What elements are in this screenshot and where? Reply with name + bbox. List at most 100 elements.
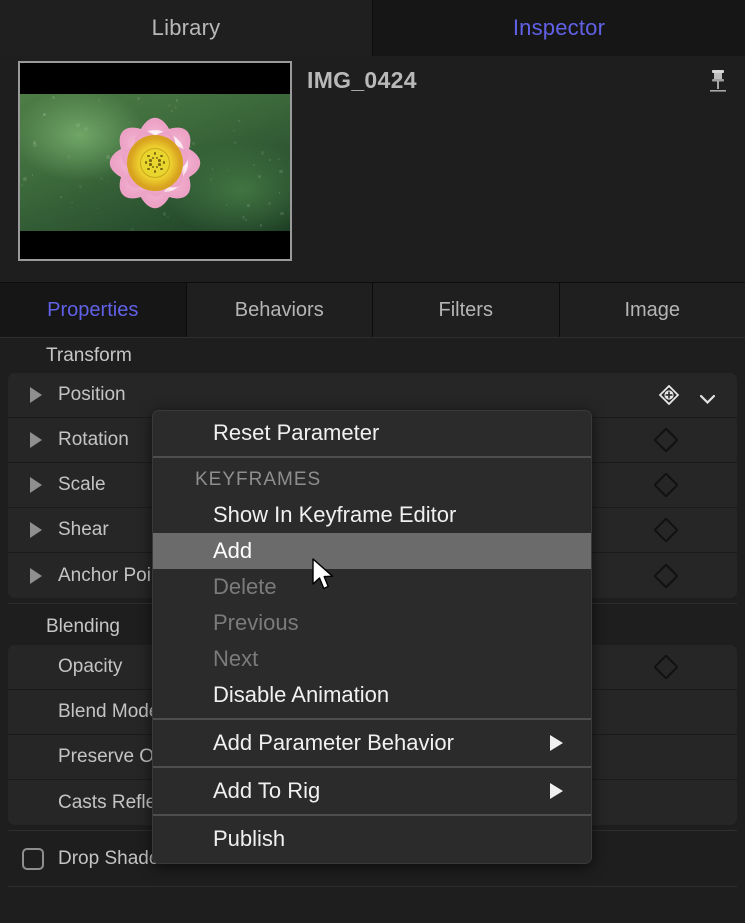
leaf-droplet (238, 120, 240, 122)
leaf-droplet (167, 216, 169, 218)
drop-shadow-checkbox[interactable] (22, 848, 44, 870)
param-label: Anchor Point (58, 565, 167, 587)
leaf-droplet (192, 142, 195, 145)
menu-item-label: Disable Animation (213, 682, 389, 708)
seed-dot (154, 152, 157, 155)
leaf-droplet (258, 175, 261, 178)
leaf-droplet (176, 99, 179, 102)
seed-dot (160, 155, 163, 158)
keyframe-icon[interactable] (653, 472, 678, 497)
menu-item-label: Add (213, 538, 252, 564)
menu-item-reset-parameter[interactable]: Reset Parameter (153, 415, 591, 451)
leaf-droplet (261, 151, 265, 155)
leaf-droplet (163, 212, 166, 215)
context-menu[interactable]: Reset Parameter KEYFRAMES Show In Keyfra… (152, 410, 592, 864)
param-label: Shear (58, 519, 109, 541)
leaf-droplet (288, 161, 289, 162)
leaf-droplet (98, 122, 99, 123)
menu-section-label: KEYFRAMES (195, 469, 321, 491)
menu-item-publish[interactable]: Publish (153, 821, 591, 857)
keyframe-icon[interactable] (653, 517, 678, 542)
tab-filters-label: Filters (439, 299, 493, 322)
leaf-droplet (23, 123, 25, 125)
param-label: Scale (58, 474, 106, 496)
tab-image[interactable]: Image (559, 283, 745, 337)
seed-dot (158, 159, 161, 162)
tab-behaviors[interactable]: Behaviors (186, 283, 373, 337)
leaf-droplet (210, 178, 212, 180)
tab-image-label: Image (624, 299, 680, 322)
seed-dot (147, 168, 150, 171)
menu-item-label: Add To Rig (213, 778, 320, 804)
leaf-droplet (288, 210, 289, 211)
menu-item-add[interactable]: Add (153, 533, 591, 569)
keyframe-icon[interactable] (653, 654, 678, 679)
submenu-arrow-icon (550, 783, 563, 799)
leaf-droplet (21, 184, 23, 186)
leaf-droplet (279, 170, 283, 174)
menu-item-show-in-keyframe-editor[interactable]: Show In Keyframe Editor (153, 497, 591, 533)
disclosure-triangle-icon[interactable] (30, 477, 46, 493)
leaf-droplet (32, 174, 33, 175)
top-tab-bar: Library Inspector (0, 0, 745, 56)
leaf-droplet (233, 141, 237, 145)
menu-item-disable-animation[interactable]: Disable Animation (153, 677, 591, 713)
seed-dot (145, 161, 148, 164)
seed-dot (152, 157, 155, 160)
leaf-droplet (280, 212, 283, 215)
menu-item-label: Next (213, 646, 258, 672)
seed-dot (147, 155, 150, 158)
leaf-droplet (171, 110, 173, 112)
tab-filters[interactable]: Filters (372, 283, 559, 337)
leaf-droplet (60, 196, 62, 198)
tab-inspector[interactable]: Inspector (373, 0, 745, 56)
disclosure-triangle-icon[interactable] (30, 387, 46, 403)
leaf-droplet (71, 202, 73, 204)
leaf-droplet (228, 169, 230, 171)
disclosure-triangle-icon[interactable] (30, 568, 46, 584)
leaf-droplet (131, 228, 134, 231)
pin-icon[interactable] (703, 66, 733, 96)
keyframe-icon[interactable] (653, 563, 678, 588)
leaf-droplet (79, 185, 82, 188)
tab-library[interactable]: Library (0, 0, 372, 56)
chevron-down-icon[interactable] (700, 391, 715, 400)
seed-dot (154, 170, 157, 173)
menu-item-label: Publish (213, 826, 285, 852)
seed-dot (156, 166, 159, 169)
leaf-droplet (174, 106, 177, 109)
menu-item-add-parameter-behavior[interactable]: Add Parameter Behavior (153, 725, 591, 761)
clip-thumbnail[interactable] (18, 61, 292, 261)
tab-properties-label: Properties (47, 299, 138, 322)
menu-item-add-to-rig[interactable]: Add To Rig (153, 773, 591, 809)
leaf-droplet (20, 174, 22, 176)
leaf-droplet (54, 163, 55, 164)
keyframe-animated-icon[interactable] (659, 385, 679, 405)
menu-item-label: Previous (213, 610, 299, 636)
leaf-droplet (23, 177, 27, 181)
leaf-droplet (98, 99, 100, 101)
disclosure-triangle-icon[interactable] (30, 432, 46, 448)
leaf-droplet (168, 104, 171, 107)
mouse-pointer (311, 558, 337, 592)
leaf-droplet (278, 158, 279, 159)
tab-behaviors-label: Behaviors (235, 299, 324, 322)
menu-item-next: Next (153, 641, 591, 677)
param-label: Rotation (58, 429, 129, 451)
clip-title: IMG_0424 (307, 67, 417, 94)
section-divider (8, 886, 737, 887)
leaf-droplet (137, 97, 139, 99)
keyframe-icon[interactable] (653, 427, 678, 452)
menu-item-label: Add Parameter Behavior (213, 730, 454, 756)
param-label: Blend Mode (58, 701, 159, 723)
leaf-droplet (108, 181, 109, 182)
tab-properties[interactable]: Properties (0, 283, 186, 337)
seed-dot (152, 166, 155, 169)
leaf-droplet (226, 204, 228, 206)
leaf-droplet (214, 185, 215, 186)
leaf-droplet (247, 204, 250, 207)
menu-item-delete: Delete (153, 569, 591, 605)
tab-library-label: Library (152, 15, 221, 41)
disclosure-triangle-icon[interactable] (30, 522, 46, 538)
seed-dot (158, 163, 161, 166)
